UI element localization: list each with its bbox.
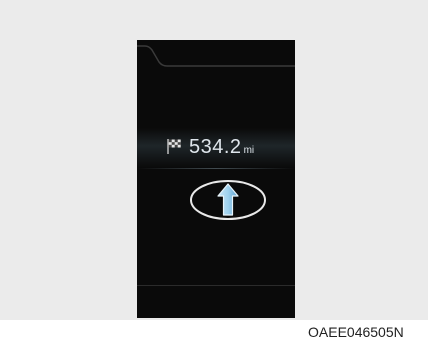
distance-value: 534.2 xyxy=(189,136,242,158)
figure-code: OAEE046505N xyxy=(308,324,404,340)
display-bottom-bezel xyxy=(137,285,295,286)
straight-ahead-arrow-icon xyxy=(190,180,266,220)
distance-to-destination: 534.2 mi xyxy=(189,136,254,159)
cluster-display: 534.2 mi xyxy=(137,40,295,318)
checkered-flag-icon xyxy=(167,139,181,154)
divider xyxy=(137,168,295,169)
illustration-frame: 534.2 mi xyxy=(0,0,428,320)
display-top-bezel xyxy=(137,45,295,67)
distance-unit: mi xyxy=(243,145,255,156)
